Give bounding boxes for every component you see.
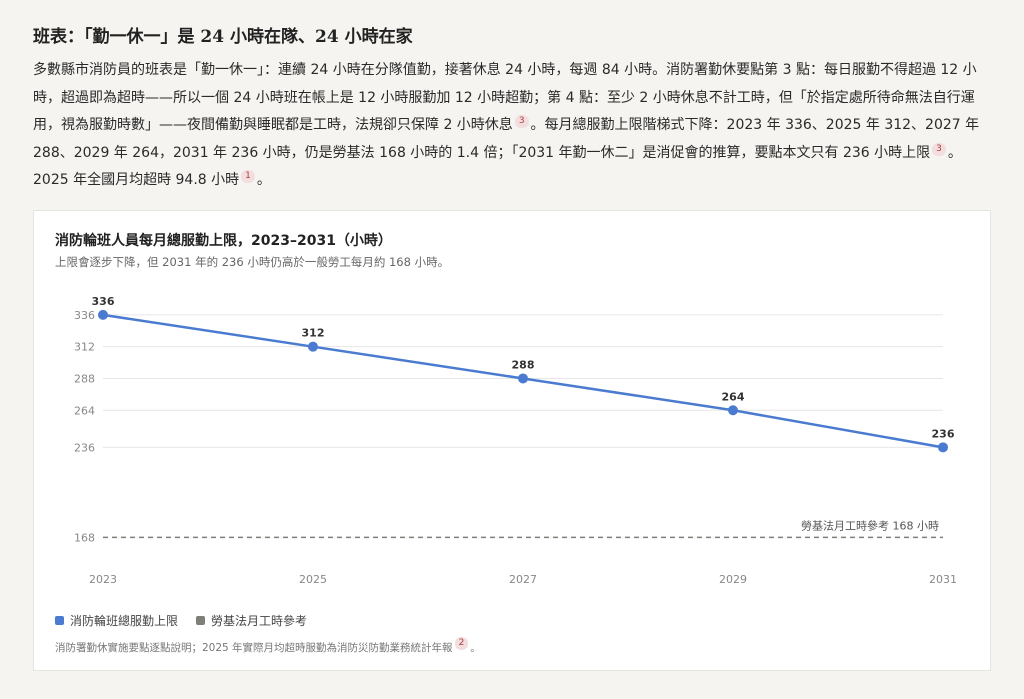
data-point xyxy=(308,341,318,352)
y-tick-label: 236 xyxy=(74,441,95,454)
x-tick-label: 2027 xyxy=(509,573,537,586)
article-headline: 班表：「勤一休一」是 24 小時在隊、24 小時在家 xyxy=(33,27,413,47)
data-point xyxy=(98,309,108,320)
data-point xyxy=(938,442,948,453)
citation-badge[interactable]: 3 xyxy=(932,142,946,156)
line-chart: 336 312 288 264 236 168 2023 2025 2027 2029 2031 勞基… xyxy=(74,295,957,586)
source-end: 。 xyxy=(470,642,481,654)
y-tick-label: 168 xyxy=(74,531,95,544)
citation-badge[interactable]: 3 xyxy=(514,115,529,128)
article: 班表：「勤一休一」是 24 小時在隊、24 小時在家 多數縣市消防員的班表是「勤… xyxy=(33,22,991,195)
source-text: 消防署勤休實施要點逐點說明；2025 年實際月均超時服勤為消防災防勤業務統計年報 xyxy=(55,642,453,654)
x-tick-label: 2031 xyxy=(929,573,957,586)
legend-item-reference: 勞基法月工時參考 xyxy=(196,612,307,629)
citation-badge[interactable]: 1 xyxy=(241,170,255,183)
data-label: 288 xyxy=(512,358,535,371)
article-paragraph: 多數縣市消防員的班表是「勤一休一」：連續 24 小時在分隊值勤，接著休息 24 … xyxy=(33,57,991,195)
data-label: 236 xyxy=(932,427,955,440)
data-label: 312 xyxy=(302,327,325,340)
legend-label: 勞基法月工時參考 xyxy=(211,614,308,628)
y-tick-label: 312 xyxy=(74,341,95,354)
chart-legend: 消防輪班總服勤上限 勞基法月工時參考 xyxy=(55,612,307,629)
reference-line-label: 勞基法月工時參考 168 小時 xyxy=(801,518,939,532)
legend-swatch-gray xyxy=(196,616,206,625)
y-tick-label: 264 xyxy=(74,404,95,417)
paragraph-text: 。 xyxy=(256,172,271,188)
data-label: 336 xyxy=(92,295,115,308)
data-label: 264 xyxy=(722,390,745,403)
legend-item-series: 消防輪班總服勤上限 xyxy=(55,612,178,629)
x-tick-label: 2029 xyxy=(719,573,747,586)
y-tick-label: 336 xyxy=(74,309,95,322)
legend-swatch-blue xyxy=(55,616,64,625)
data-point xyxy=(518,373,528,384)
x-tick-label: 2025 xyxy=(299,573,327,586)
y-tick-label: 288 xyxy=(74,372,95,385)
legend-label: 消防輪班總服勤上限 xyxy=(70,614,179,628)
chart-source: 消防署勤休實施要點逐點說明；2025 年實際月均超時服勤為消防災防勤業務統計年報… xyxy=(55,637,481,656)
citation-badge[interactable]: 2 xyxy=(454,637,469,650)
data-point xyxy=(728,405,738,416)
chart-card: 消防輪班人員每月總服勤上限，2023–2031（小時） 上限會逐步下降，但 20… xyxy=(33,210,991,671)
x-tick-label: 2023 xyxy=(89,573,117,586)
